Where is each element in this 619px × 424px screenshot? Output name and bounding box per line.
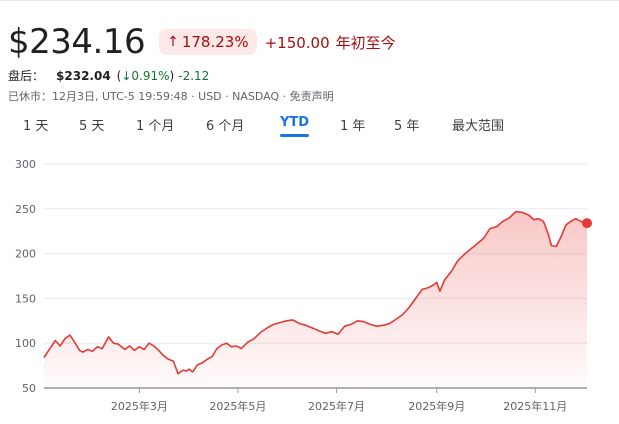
change-summary: +150.00 年初至今	[265, 32, 396, 53]
price-area	[44, 211, 587, 388]
tab-1-day[interactable]: 1 天	[23, 115, 48, 134]
y-tick-label-50: 50	[22, 382, 36, 395]
x-tick-label-1: 2025年5月	[209, 399, 266, 413]
after-hours-percent-value: 0.91%	[131, 68, 170, 83]
y-tick-label-150: 150	[15, 292, 36, 305]
tab-1-month[interactable]: 1 个月	[136, 115, 174, 134]
tab-1-year[interactable]: 1 年	[340, 115, 365, 134]
after-hours-price: $232.04	[56, 68, 111, 83]
market-status: 已休市：12月3日, UTC-5 19:59:48 · USD · NASDAQ…	[8, 90, 334, 103]
arrow-up-icon: ↑	[167, 34, 179, 50]
after-hours-label: 盘后：	[8, 69, 45, 83]
tab-max[interactable]: 最大范围	[452, 115, 504, 134]
after-hours-percent: (↓0.91%)	[117, 69, 175, 83]
x-tick-label-3: 2025年9月	[408, 399, 465, 413]
price-header: $234.16 ↑ 178.23% +150.00 年初至今	[8, 22, 396, 62]
current-price: $234.16	[8, 22, 146, 62]
after-hours-row: 盘后： $232.04 (↓0.91%) -2.12	[8, 67, 209, 84]
tab-ytd[interactable]: YTD	[280, 115, 310, 137]
x-tick-label-2: 2025年7月	[308, 399, 365, 413]
price-chart: 2025年3月 2025年5月 2025年7月 2025年9月 2025年11月 50 1…	[15, 158, 592, 413]
arrow-down-icon: ↓	[121, 68, 132, 83]
x-tick-label-0: 2025年3月	[111, 399, 168, 413]
after-hours-change: -2.12	[178, 68, 210, 83]
top-divider	[0, 0, 619, 1]
change-period: 年初至今	[335, 33, 396, 52]
change-absolute: +150.00	[264, 33, 330, 52]
tab-5-days[interactable]: 5 天	[79, 115, 104, 134]
tab-5-years[interactable]: 5 年	[394, 115, 419, 134]
y-tick-label-250: 250	[15, 203, 36, 216]
x-tick-label-4: 2025年11月	[503, 399, 567, 413]
after-hours-paren-close: )	[169, 68, 175, 83]
change-percent: 178.23%	[181, 33, 249, 51]
last-price-dot	[582, 218, 592, 229]
y-tick-label-100: 100	[15, 337, 36, 350]
change-percent-badge: ↑ 178.23%	[159, 29, 257, 55]
y-tick-label-200: 200	[15, 248, 36, 261]
y-tick-label-300: 300	[15, 158, 36, 171]
tab-6-months[interactable]: 6 个月	[206, 115, 244, 134]
